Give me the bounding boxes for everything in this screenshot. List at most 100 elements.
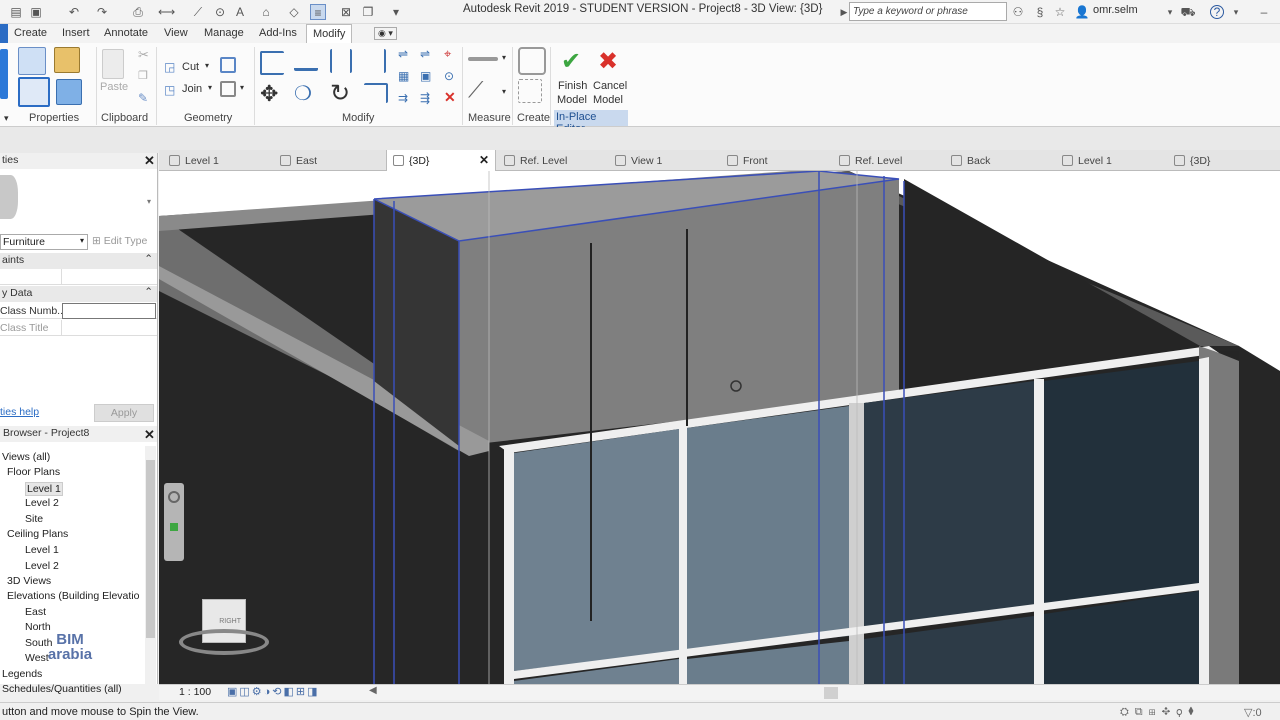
view-tab[interactable]: East (274, 150, 384, 171)
view-tab[interactable]: Level 1 (1056, 150, 1166, 171)
align-icon[interactable] (260, 51, 284, 75)
split-gap-icon[interactable]: ⇌ (420, 47, 430, 61)
offset-icon[interactable] (294, 51, 318, 71)
open-icon[interactable]: ▤ (8, 4, 24, 20)
view-scale[interactable]: 1 : 100 (179, 686, 211, 698)
scale-icon[interactable]: ▣ (420, 69, 431, 83)
create-group-icon[interactable] (518, 47, 546, 75)
browser-scrollbar[interactable] (145, 446, 156, 684)
view-tab[interactable]: {3D} ✕ (386, 150, 496, 172)
switch-windows-icon[interactable]: ❐ (360, 4, 376, 20)
search-input[interactable]: Type a keyword or phrase (849, 2, 1007, 21)
help-icon[interactable]: ? (1210, 5, 1224, 19)
copy-element-icon[interactable]: ❍ (294, 81, 312, 106)
apply-button[interactable]: Apply (94, 404, 154, 422)
tag-icon[interactable]: ⊙ (212, 4, 228, 20)
help-chevron-icon[interactable]: ▾ (1228, 4, 1244, 20)
delete-icon[interactable]: ✕ (444, 89, 456, 106)
browser-tree-item[interactable]: Legends (2, 668, 42, 680)
browser-tree-item[interactable]: Level 2 (25, 497, 59, 509)
viewcube-compass-ring[interactable] (179, 629, 269, 655)
browser-tree-item[interactable]: Ceiling Plans (7, 528, 68, 540)
tab-manage[interactable]: Manage (204, 27, 244, 39)
filter-icon[interactable]: ▽:0 (1244, 706, 1262, 719)
view-tab[interactable]: Level 1 (163, 150, 273, 171)
view-tab[interactable]: View 1 (609, 150, 719, 171)
dimension-tool-icon[interactable]: ⟋ (468, 77, 483, 103)
view-tab[interactable]: Ref. Level (833, 150, 943, 171)
family-types-icon[interactable] (54, 47, 80, 73)
binoculars-icon[interactable]: ⚇ (1010, 4, 1026, 20)
browser-tree-item[interactable]: East (25, 606, 46, 618)
close-tab-icon[interactable]: ✕ (479, 153, 489, 167)
join-chevron-icon[interactable]: ▾ (208, 83, 212, 92)
mirror-axis-icon[interactable] (330, 49, 352, 73)
trim-extend-icon[interactable] (364, 83, 388, 103)
tab-annotate[interactable]: Annotate (104, 27, 148, 39)
thin-lines-icon[interactable]: ≡ (310, 4, 326, 20)
edit-type-button[interactable]: ⊞ Edit Type (92, 235, 147, 247)
group-identity-data[interactable]: y Data ⌃ (0, 286, 157, 302)
navigation-bar[interactable] (164, 483, 184, 561)
trim-multiple-icon[interactable]: ⇶ (420, 91, 430, 105)
browser-tree-item[interactable]: Floor Plans (7, 466, 60, 478)
tab-modify[interactable]: Modify (306, 24, 353, 44)
3d-view-icon[interactable]: ⌂ (258, 4, 274, 20)
measure-icon[interactable]: ⟷ (158, 4, 175, 20)
view-control-icons[interactable]: ▣◫⚙◑⟲◧⊞◨ (227, 685, 320, 698)
properties-icon[interactable] (18, 47, 46, 75)
finish-model-label-2[interactable]: Model (557, 94, 587, 106)
browser-tree-item[interactable]: Views (all) (2, 451, 50, 463)
dimension-icon[interactable]: ⟋ (190, 4, 206, 20)
section-icon[interactable]: ◇ (286, 4, 302, 20)
group-constraints[interactable]: aints ⌃ (0, 253, 157, 269)
create-similar-icon[interactable] (518, 79, 542, 103)
join-icon[interactable]: ◳ (164, 83, 175, 97)
tab-options-icon[interactable]: ◉ ▾ (374, 27, 397, 40)
cart-icon[interactable]: ⛟ (1180, 4, 1196, 20)
class-number-input[interactable] (62, 303, 156, 319)
close-properties-icon[interactable]: ✕ (144, 153, 155, 169)
finish-model-label-1[interactable]: Finish (558, 80, 587, 92)
print-icon[interactable]: ⎙ (130, 4, 146, 20)
text-icon[interactable]: A (232, 4, 248, 20)
scissors-icon[interactable]: ✂ (138, 47, 149, 63)
unpin-icon[interactable]: ⌖ (444, 46, 451, 62)
join-label[interactable]: Join (182, 83, 202, 95)
dimension-chevron-icon[interactable]: ▾ (502, 87, 506, 96)
browser-tree-item[interactable]: Elevations (Building Elevatio (7, 590, 140, 602)
view-tab[interactable]: Back (945, 150, 1055, 171)
measure-chevron-icon[interactable]: ▾ (502, 53, 506, 62)
cut-label[interactable]: Cut (182, 61, 199, 73)
browser-tree-item[interactable]: Level 2 (25, 560, 59, 572)
close-hidden-icon[interactable]: ⊠ (338, 4, 354, 20)
tab-add-ins[interactable]: Add-Ins (259, 27, 297, 39)
view-tab[interactable]: Ref. Level (498, 150, 608, 171)
pin-icon[interactable]: ⊙ (444, 69, 454, 83)
tab-view[interactable]: View (164, 27, 188, 39)
browser-tree-item[interactable]: 3D Views (7, 575, 51, 587)
tab-insert[interactable]: Insert (62, 27, 90, 39)
zoom-icon[interactable] (170, 523, 178, 531)
cancel-model-label-2[interactable]: Model (593, 94, 623, 106)
close-browser-icon[interactable]: ✕ (144, 427, 155, 443)
browser-tree-item[interactable]: Site (25, 513, 43, 525)
trim-single-icon[interactable]: ⇉ (398, 91, 408, 105)
finish-check-icon[interactable]: ✔ (561, 47, 581, 76)
modify-select-icon[interactable] (0, 49, 8, 99)
undo-icon[interactable]: ↶ (66, 4, 82, 20)
type-properties-icon[interactable] (18, 77, 50, 107)
copy-icon[interactable]: ❐ (138, 69, 148, 82)
match-properties-icon[interactable]: ✎ (138, 91, 148, 105)
scroll-left-icon[interactable]: ◀ (369, 685, 377, 696)
3d-model-canvas[interactable] (159, 171, 1280, 684)
view-tab[interactable]: Front (721, 150, 831, 171)
selection-filter-icons[interactable]: ⛭⧉⊞✥⚲⧫ (1120, 706, 1200, 719)
browser-tree-item[interactable]: Level 1 (25, 482, 63, 496)
steering-wheel-icon[interactable] (168, 491, 180, 503)
cancel-model-label-1[interactable]: Cancel (593, 80, 627, 92)
type-chevron-icon[interactable]: ▾ (147, 197, 151, 206)
mirror-draw-icon[interactable] (364, 49, 386, 73)
browser-tree-item[interactable]: Level 1 (25, 544, 59, 556)
geometry-chevron-icon[interactable]: ▾ (240, 83, 244, 92)
